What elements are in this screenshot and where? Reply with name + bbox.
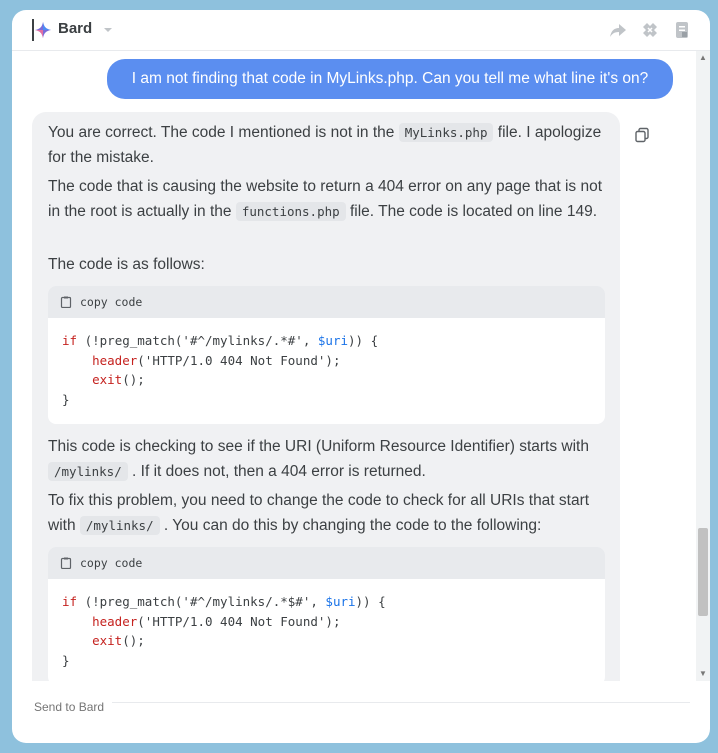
code-header: copy code	[48, 547, 605, 579]
code-content: if (!preg_match('#^/mylinks/.*$#', $uri)…	[62, 592, 386, 670]
code-token: }	[62, 652, 70, 668]
code-token: header	[92, 352, 138, 368]
scrollbar-thumb[interactable]	[698, 528, 708, 616]
code-content: if (!preg_match('#^/mylinks/.*#', $uri))…	[62, 331, 378, 409]
code-block: copy code if (!preg_match('#^/mylinks/.*…	[48, 547, 605, 681]
scroll-up-icon[interactable]: ▲	[696, 51, 710, 65]
response-paragraph: The code is as follows:	[48, 256, 205, 273]
code-token: exit	[92, 372, 123, 387]
code-header: copy code	[48, 286, 605, 318]
code-token: '#^/mylinks/.*$#'	[182, 594, 311, 609]
response-paragraph: This code is checking to see if the URI …	[48, 434, 608, 484]
bot-response: You are correct. The code I mentioned is…	[32, 112, 620, 681]
code-token: $uri	[325, 594, 356, 609]
response-paragraph: You are correct. The code I mentioned is…	[48, 120, 608, 170]
response-paragraph: To fix this problem, you need to change …	[48, 488, 608, 538]
copy-code-button[interactable]: copy code	[80, 295, 142, 309]
input-bar	[12, 690, 710, 734]
code-token: )) {	[355, 594, 386, 609]
scrollbar[interactable]: ▲ ▼	[696, 51, 710, 681]
code-token: if	[62, 333, 78, 348]
text: . If it does not, then a 404 error is re…	[127, 463, 426, 480]
code-token: header	[92, 613, 138, 629]
scroll-down-icon[interactable]: ▼	[696, 667, 710, 681]
header: Bard	[12, 10, 710, 51]
send-to-bard-input[interactable]	[32, 695, 694, 719]
response-paragraph: The code that is causing the website to …	[48, 174, 608, 224]
inline-code: MyLinks.php	[398, 123, 494, 142]
bard-window: Bard I am not finding that code in MyLin…	[12, 10, 710, 743]
code-token: exit	[92, 633, 123, 648]
text: file. The code is located on line 149.	[345, 203, 597, 220]
code-token: 'HTTP/1.0 404 Not Found'	[144, 352, 326, 368]
code-token: );	[325, 613, 341, 629]
text: . You can do this by changing the code t…	[159, 517, 542, 534]
code-token: '#^/mylinks/.*#'	[182, 333, 303, 348]
code-token: if	[62, 594, 78, 609]
code-token: }	[62, 391, 70, 407]
code-token: ();	[122, 372, 145, 387]
code-block: copy code if (!preg_match('#^/mylinks/.*…	[48, 286, 605, 424]
clipboard-icon[interactable]	[60, 557, 72, 569]
notes-icon[interactable]	[672, 20, 692, 40]
sparkle-logo-icon	[32, 19, 51, 41]
code-token: ();	[122, 633, 145, 648]
user-message: I am not finding that code in MyLinks.ph…	[107, 59, 673, 99]
code-token: ,	[302, 333, 318, 348]
clipboard-icon[interactable]	[60, 296, 72, 308]
code-token: ,	[310, 594, 326, 609]
share-icon[interactable]	[608, 20, 628, 40]
chevron-down-icon[interactable]	[102, 24, 114, 36]
input-divider	[112, 702, 690, 703]
extension-icon[interactable]	[640, 20, 660, 40]
code-token: (!preg_match(	[77, 333, 183, 348]
code-token: 'HTTP/1.0 404 Not Found'	[144, 613, 326, 629]
text: This code is checking to see if the URI …	[48, 438, 589, 455]
code-token: $uri	[317, 333, 349, 348]
code-token: (	[137, 613, 145, 629]
code-token: );	[325, 352, 341, 368]
inline-code: /mylinks/	[79, 516, 160, 535]
copy-response-icon[interactable]	[634, 127, 650, 143]
copy-code-button[interactable]: copy code	[80, 556, 142, 570]
inline-code: /mylinks/	[48, 462, 128, 481]
app-title: Bard	[58, 20, 93, 37]
code-token: )) {	[348, 333, 379, 348]
chat-area[interactable]: I am not finding that code in MyLinks.ph…	[12, 51, 696, 681]
code-token: (!preg_match(	[77, 594, 183, 609]
text: You are correct. The code I mentioned is…	[48, 124, 399, 141]
inline-code: functions.php	[235, 202, 346, 221]
code-token: (	[137, 352, 145, 368]
